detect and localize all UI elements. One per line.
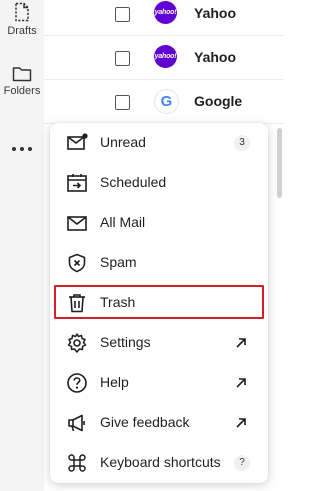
menu-item-keyboard-shortcuts[interactable]: Keyboard shortcuts ? [50, 443, 268, 483]
menu-item-help[interactable]: Help [50, 363, 268, 403]
sidebar-label-folders: Folders [3, 85, 41, 97]
help-icon [66, 372, 88, 394]
menu-item-give-feedback[interactable]: Give feedback [50, 403, 268, 443]
message-row[interactable]: G Google [44, 80, 284, 124]
sender-name: Yahoo [194, 49, 237, 65]
menu-item-unread[interactable]: Unread 3 [50, 123, 268, 163]
unread-mail-icon [66, 132, 88, 154]
menu-label: Scheduled [100, 174, 167, 190]
avatar-text: G [160, 93, 173, 110]
more-menu: Unread 3 Scheduled All Mail Spam Trash S… [50, 123, 268, 483]
all-mail-icon [66, 212, 88, 234]
command-key-icon [66, 452, 88, 474]
menu-label: Keyboard shortcuts [100, 454, 221, 470]
sidebar-item-drafts[interactable]: Drafts [0, 2, 44, 37]
menu-item-spam[interactable]: Spam [50, 243, 268, 283]
sender-name: Google [194, 93, 243, 109]
trash-highlight-box [54, 285, 264, 319]
sidebar-item-folders[interactable]: Folders [0, 66, 44, 97]
megaphone-icon [66, 412, 88, 434]
message-checkbox[interactable] [115, 51, 130, 66]
sender-avatar-yahoo: yahoo! [154, 1, 177, 24]
sender-avatar-google: G [154, 89, 179, 114]
scrollbar[interactable] [277, 128, 282, 198]
menu-item-all-mail[interactable]: All Mail [50, 203, 268, 243]
menu-item-settings[interactable]: Settings [50, 323, 268, 363]
sender-avatar-yahoo: yahoo! [154, 45, 177, 68]
menu-label: Give feedback [100, 414, 190, 430]
unread-count-badge: 3 [234, 135, 250, 151]
menu-label: All Mail [100, 214, 146, 230]
left-sidebar: Drafts Folders [0, 0, 44, 491]
draft-document-icon [15, 2, 29, 22]
menu-label: Spam [100, 254, 137, 270]
message-row[interactable]: yahoo! Yahoo [44, 36, 284, 80]
gear-icon [66, 332, 88, 354]
folder-icon [12, 67, 32, 82]
spam-shield-icon [66, 252, 88, 274]
external-arrow-icon [236, 338, 246, 348]
shortcut-key-badge: ? [234, 455, 250, 471]
external-arrow-icon [236, 378, 246, 388]
scheduled-icon [66, 172, 88, 194]
more-dots-icon[interactable] [11, 146, 33, 152]
message-checkbox[interactable] [115, 95, 130, 110]
menu-label: Help [100, 374, 129, 390]
message-row[interactable]: yahoo! Yahoo [44, 0, 284, 36]
menu-item-scheduled[interactable]: Scheduled [50, 163, 268, 203]
sender-name: Yahoo [194, 5, 237, 21]
sidebar-label-drafts: Drafts [7, 25, 37, 37]
external-arrow-icon [236, 418, 246, 428]
avatar-text: yahoo! [154, 9, 177, 16]
avatar-text: yahoo! [154, 53, 177, 60]
menu-label: Settings [100, 334, 151, 350]
message-checkbox[interactable] [115, 7, 130, 22]
menu-label: Unread [100, 134, 146, 150]
